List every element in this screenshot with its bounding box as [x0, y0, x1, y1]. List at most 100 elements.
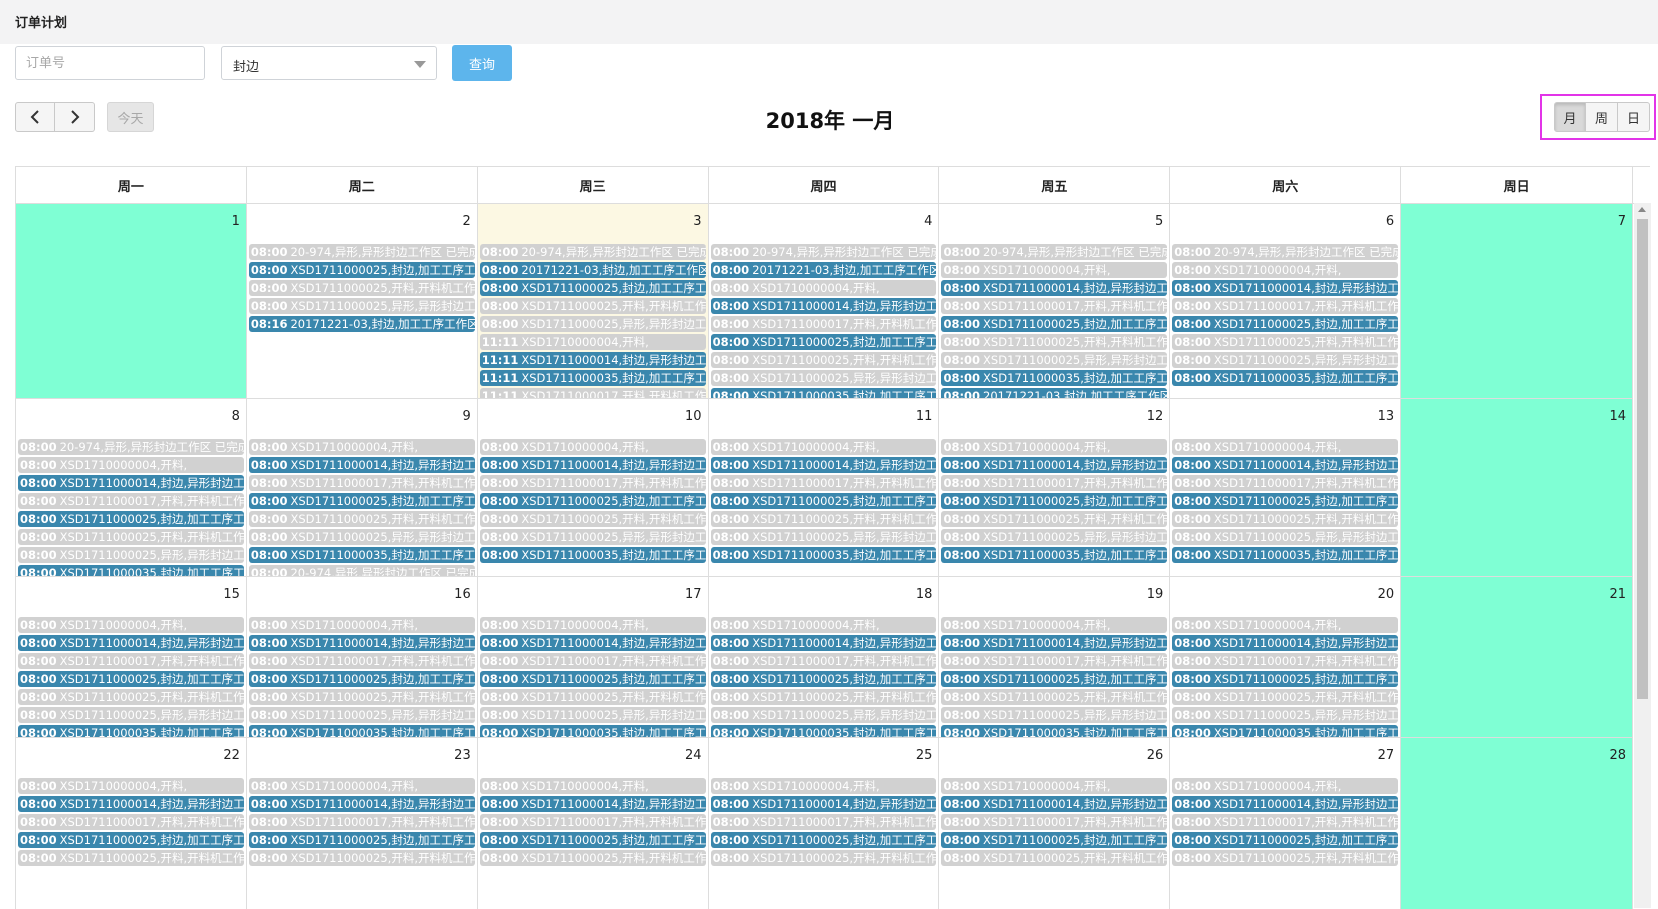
calendar-event[interactable]: 08:00 XSD1711000025,开料,开料机工作区: [941, 689, 1168, 705]
calendar-event[interactable]: 08:00XSD1711000035,封边,加工工序工作区: [710, 388, 937, 398]
calendar-event[interactable]: 08:00XSD1711000035,封边,加工工序工作区: [941, 547, 1168, 563]
view-week-button[interactable]: 周: [1586, 102, 1618, 132]
calendar-event[interactable]: 08:00 XSD1711000025,开料,开料机工作区: [710, 850, 937, 866]
calendar-event[interactable]: 08:00XSD1711000014,封边,异形封边工作区: [710, 635, 937, 651]
calendar-event[interactable]: 08:00 XSD1711000025,开料,开料机工作区: [1172, 334, 1399, 350]
day-number[interactable]: 20: [1378, 587, 1395, 602]
calendar-event[interactable]: 08:00XSD1711000014,封边,异形封边工作区: [248, 457, 475, 473]
calendar-event[interactable]: 08:00XSD1711000014,封边,异形封边工作区: [710, 457, 937, 473]
calendar-event[interactable]: 08:00 XSD1711000017,开料,开料机工作区: [941, 653, 1168, 669]
calendar-event[interactable]: 08:00 XSD1711000017,开料,开料机工作区: [18, 493, 244, 509]
calendar-event[interactable]: 08:00 XSD1711000017,开料,开料机工作区: [248, 814, 475, 830]
calendar-event[interactable]: 08:00 XSD1711000017,开料,开料机工作区: [941, 814, 1168, 830]
calendar-event[interactable]: 08:00XSD1711000035,封边,加工工序工作区: [479, 547, 706, 563]
calendar-event[interactable]: 08:00 XSD1710000004,开料,: [710, 280, 937, 296]
calendar-event[interactable]: 08:00XSD1711000014,封边,异形封边工作区: [479, 635, 706, 651]
calendar-event[interactable]: 08:00XSD1711000035,封边,加工工序工作区: [710, 547, 937, 563]
calendar-event[interactable]: 08:00XSD1711000014,封边,异形封边工作区: [248, 796, 475, 812]
day-number[interactable]: 15: [223, 587, 240, 602]
calendar-event[interactable]: 08:00XSD1711000025,封边,加工工序工作区: [18, 511, 244, 527]
calendar-day-cell[interactable]: 14: [1401, 399, 1634, 576]
calendar-event[interactable]: 08:00XSD1711000025,封边,加工工序工作区: [710, 334, 937, 350]
calendar-event[interactable]: 08:00XSD1711000035,封边,加工工序工作区: [248, 725, 475, 737]
calendar-day-cell[interactable]: 20 08:00 XSD1710000004,开料, 08:00 XSD17110000…: [1170, 577, 1402, 737]
calendar-day-cell[interactable]: 10 08:00 XSD1710000004,开料, 08:00 XSD17110000…: [478, 399, 709, 576]
calendar-day-cell[interactable]: 19 08:00 XSD1710000004,开料, 08:00 XSD17110000…: [939, 577, 1171, 737]
calendar-day-cell[interactable]: 17 08:00 XSD1710000004,开料, 08:00 XSD17110000…: [478, 577, 709, 737]
calendar-event[interactable]: 11:11 XSD1711000017,开料,开料机工作区: [479, 388, 706, 398]
calendar-event[interactable]: 08:00 XSD1711000017,开料,开料机工作区: [710, 475, 937, 491]
calendar-event[interactable]: 08:00 XSD1711000017,开料,开料机工作区: [1172, 653, 1399, 669]
calendar-day-cell[interactable]: 16 08:00 XSD1710000004,开料, 08:00 XSD17110000…: [247, 577, 478, 737]
calendar-day-cell[interactable]: 8 08:00 20-974,异形,异形封边工作区 已完成 08:00 XSD17100…: [16, 399, 247, 576]
calendar-event[interactable]: 11:11 XSD1710000004,开料,: [479, 334, 706, 350]
calendar-event[interactable]: 08:00XSD1711000025,异形,异形封边工作区: [710, 370, 937, 386]
calendar-event[interactable]: 08:00 XSD1711000025,开料,开料机工作区: [1172, 850, 1399, 866]
calendar-day-cell[interactable]: 5 08:00 20-974,异形,异形封边工作区 已完成 08:00 XSD17100…: [939, 204, 1171, 398]
day-number[interactable]: 12: [1147, 409, 1164, 424]
calendar-event[interactable]: 08:00XSD1711000025,封边,加工工序工作区: [941, 316, 1168, 332]
scroll-thumb[interactable]: [1637, 219, 1648, 699]
calendar-event[interactable]: 08:00 XSD1710000004,开料,: [18, 457, 244, 473]
calendar-event[interactable]: 08:00 XSD1710000004,开料,: [1172, 439, 1399, 455]
day-number[interactable]: 25: [916, 748, 933, 763]
day-number[interactable]: 5: [1155, 214, 1163, 229]
calendar-event[interactable]: 08:00XSD1711000035,封边,加工工序工作区: [710, 725, 937, 737]
calendar-event[interactable]: 08:00 XSD1711000017,开料,开料机工作区: [248, 653, 475, 669]
calendar-day-cell[interactable]: 4 08:00 20-974,异形,异形封边工作区 已完成 08:00 20171221…: [709, 204, 940, 398]
prev-month-button[interactable]: [15, 102, 55, 132]
calendar-event[interactable]: 08:00XSD1711000025,异形,异形封边工作区: [18, 547, 244, 563]
calendar-event[interactable]: 08:00 XSD1711000017,开料,开料机工作区: [710, 814, 937, 830]
calendar-event[interactable]: 08:00 XSD1711000017,开料,开料机工作区: [710, 316, 937, 332]
calendar-event[interactable]: 08:00XSD1711000025,封边,加工工序工作区: [941, 493, 1168, 509]
day-number[interactable]: 3: [693, 214, 701, 229]
query-button[interactable]: 查询: [452, 45, 512, 81]
calendar-day-cell[interactable]: 18 08:00 XSD1710000004,开料, 08:00 XSD17110000…: [709, 577, 940, 737]
calendar-event[interactable]: 08:00 XSD1711000025,开料,开料机工作区: [248, 511, 475, 527]
calendar-event[interactable]: 08:00 20171221-03,封边,加工工序工作区: [710, 262, 937, 278]
calendar-event[interactable]: 08:00XSD1711000025,封边,加工工序工作区: [18, 671, 244, 687]
calendar-event[interactable]: 08:00 XSD1710000004,开料,: [941, 617, 1168, 633]
calendar-event[interactable]: 08:00 XSD1710000004,开料,: [248, 439, 475, 455]
day-number[interactable]: 22: [223, 748, 240, 763]
calendar-event[interactable]: 08:00XSD1711000025,封边,加工工序工作区: [479, 280, 706, 296]
calendar-event[interactable]: 08:00XSD1711000025,封边,加工工序工作区: [941, 671, 1168, 687]
calendar-day-cell[interactable]: 28: [1401, 738, 1634, 909]
calendar-event[interactable]: 08:00XSD1711000025,封边,加工工序工作区: [479, 671, 706, 687]
calendar-event[interactable]: 08:00XSD1711000035,封边,加工工序工作区: [1172, 547, 1399, 563]
calendar-event[interactable]: 08:00XSD1711000025,异形,异形封边工作区: [941, 707, 1168, 723]
calendar-event[interactable]: 08:00XSD1711000025,封边,加工工序工作区: [1172, 316, 1399, 332]
calendar-event[interactable]: 08:00 20171221-03,封边,加工工序工作区: [941, 388, 1168, 398]
day-number[interactable]: 8: [232, 409, 240, 424]
calendar-event[interactable]: 08:00XSD1711000025,封边,加工工序工作区: [18, 832, 244, 848]
calendar-day-cell[interactable]: 24 08:00 XSD1710000004,开料, 08:00 XSD17110000…: [478, 738, 709, 909]
calendar-day-cell[interactable]: 15 08:00 XSD1710000004,开料, 08:00 XSD17110000…: [16, 577, 247, 737]
calendar-event[interactable]: 08:00XSD1711000014,封边,异形封边工作区: [941, 635, 1168, 651]
calendar-event[interactable]: 08:00 XSD1710000004,开料,: [479, 778, 706, 794]
calendar-event[interactable]: 08:00XSD1711000035,封边,加工工序工作区: [1172, 725, 1399, 737]
calendar-event[interactable]: 08:00 XSD1711000017,开料,开料机工作区: [18, 653, 244, 669]
calendar-event[interactable]: 08:00XSD1711000025,异形,异形封边工作区: [248, 298, 475, 314]
calendar-event[interactable]: 08:00 XSD1711000025,开料,开料机工作区: [710, 511, 937, 527]
view-day-button[interactable]: 日: [1618, 102, 1650, 132]
day-number[interactable]: 26: [1147, 748, 1164, 763]
calendar-event[interactable]: 08:00 XSD1711000017,开料,开料机工作区: [479, 475, 706, 491]
calendar-event[interactable]: 08:00XSD1711000014,封边,异形封边工作区: [710, 796, 937, 812]
calendar-event[interactable]: 08:00 XSD1711000017,开料,开料机工作区: [710, 653, 937, 669]
calendar-event[interactable]: 08:00XSD1711000014,封边,异形封边工作区: [18, 635, 244, 651]
calendar-event[interactable]: 08:00XSD1711000025,封边,加工工序工作区: [1172, 493, 1399, 509]
calendar-event[interactable]: 08:00 20-974,异形,异形封边工作区 已完成: [248, 244, 475, 260]
day-number[interactable]: 17: [685, 587, 702, 602]
calendar-event[interactable]: 08:00 20-974,异形,异形封边工作区 已完成: [479, 244, 706, 260]
day-number[interactable]: 21: [1609, 587, 1626, 602]
order-number-input[interactable]: [15, 46, 205, 80]
calendar-event[interactable]: 08:00XSD1711000035,封边,加工工序工作区: [18, 725, 244, 737]
calendar-day-cell[interactable]: 21: [1401, 577, 1634, 737]
calendar-event[interactable]: 08:00XSD1711000025,异形,异形封边工作区: [1172, 529, 1399, 545]
calendar-event[interactable]: 08:00 XSD1711000017,开料,开料机工作区: [479, 814, 706, 830]
calendar-event[interactable]: 08:00XSD1711000014,封边,异形封边工作区: [18, 796, 244, 812]
calendar-event[interactable]: 08:00 XSD1711000025,开料,开料机工作区: [710, 689, 937, 705]
calendar-event[interactable]: 08:00 XSD1710000004,开料,: [1172, 262, 1399, 278]
calendar-event[interactable]: 08:00XSD1711000025,异形,异形封边工作区: [248, 707, 475, 723]
calendar-event[interactable]: 08:00 XSD1710000004,开料,: [710, 778, 937, 794]
